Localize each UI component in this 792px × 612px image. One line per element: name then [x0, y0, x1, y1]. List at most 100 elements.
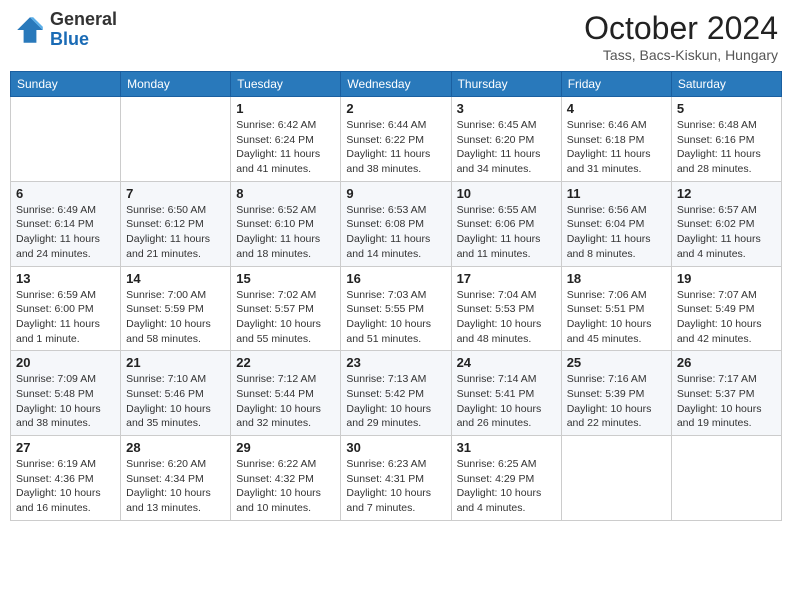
weekday-header-sunday: Sunday [11, 72, 121, 97]
day-detail: Sunrise: 7:03 AM Sunset: 5:55 PM Dayligh… [346, 288, 445, 347]
day-number: 1 [236, 101, 335, 116]
calendar-cell: 27Sunrise: 6:19 AM Sunset: 4:36 PM Dayli… [11, 436, 121, 521]
day-detail: Sunrise: 6:52 AM Sunset: 6:10 PM Dayligh… [236, 203, 335, 262]
day-detail: Sunrise: 6:45 AM Sunset: 6:20 PM Dayligh… [457, 118, 556, 177]
calendar-cell: 24Sunrise: 7:14 AM Sunset: 5:41 PM Dayli… [451, 351, 561, 436]
day-number: 8 [236, 186, 335, 201]
calendar-cell: 6Sunrise: 6:49 AM Sunset: 6:14 PM Daylig… [11, 181, 121, 266]
week-row-4: 20Sunrise: 7:09 AM Sunset: 5:48 PM Dayli… [11, 351, 782, 436]
day-detail: Sunrise: 6:50 AM Sunset: 6:12 PM Dayligh… [126, 203, 225, 262]
day-number: 7 [126, 186, 225, 201]
weekday-header-tuesday: Tuesday [231, 72, 341, 97]
day-detail: Sunrise: 6:25 AM Sunset: 4:29 PM Dayligh… [457, 457, 556, 516]
calendar-cell: 23 Sunrise: 7:13 AM Sunset: 5:42 PM Dayli… [341, 351, 451, 436]
day-number: 15 [236, 271, 335, 286]
day-number: 25 [567, 355, 666, 370]
calendar-cell [121, 97, 231, 182]
calendar-cell: 20Sunrise: 7:09 AM Sunset: 5:48 PM Dayli… [11, 351, 121, 436]
calendar-cell: 11 Sunrise: 6:56 AM Sunset: 6:04 PM Dayli… [561, 181, 671, 266]
day-detail: Sunrise: 6:20 AM Sunset: 4:34 PM Dayligh… [126, 457, 225, 516]
day-detail: Sunrise: 6:23 AM Sunset: 4:31 PM Dayligh… [346, 457, 445, 516]
day-detail: Sunrise: 7:02 AM Sunset: 5:57 PM Dayligh… [236, 288, 335, 347]
week-row-1: 1 Sunrise: 6:42 AM Sunset: 6:24 PM Daylig… [11, 97, 782, 182]
day-number: 27 [16, 440, 115, 455]
week-row-2: 6Sunrise: 6:49 AM Sunset: 6:14 PM Daylig… [11, 181, 782, 266]
calendar-cell: 7 Sunrise: 6:50 AM Sunset: 6:12 PM Daylig… [121, 181, 231, 266]
calendar-cell: 30 Sunrise: 6:23 AM Sunset: 4:31 PM Dayli… [341, 436, 451, 521]
day-number: 19 [677, 271, 776, 286]
calendar-cell: 17Sunrise: 7:04 AM Sunset: 5:53 PM Dayli… [451, 266, 561, 351]
calendar-cell [671, 436, 781, 521]
day-number: 11 [567, 186, 666, 201]
day-number: 16 [346, 271, 445, 286]
weekday-header-monday: Monday [121, 72, 231, 97]
day-detail: Sunrise: 7:00 AM Sunset: 5:59 PM Dayligh… [126, 288, 225, 347]
calendar-cell [561, 436, 671, 521]
day-detail: Sunrise: 6:22 AM Sunset: 4:32 PM Dayligh… [236, 457, 335, 516]
day-number: 13 [16, 271, 115, 286]
day-number: 12 [677, 186, 776, 201]
calendar-cell: 19 Sunrise: 7:07 AM Sunset: 5:49 PM Dayli… [671, 266, 781, 351]
day-detail: Sunrise: 6:42 AM Sunset: 6:24 PM Dayligh… [236, 118, 335, 177]
day-detail: Sunrise: 7:17 AM Sunset: 5:37 PM Dayligh… [677, 372, 776, 431]
calendar-cell: 14 Sunrise: 7:00 AM Sunset: 5:59 PM Dayli… [121, 266, 231, 351]
day-detail: Sunrise: 7:04 AM Sunset: 5:53 PM Dayligh… [457, 288, 556, 347]
calendar-cell: 1 Sunrise: 6:42 AM Sunset: 6:24 PM Daylig… [231, 97, 341, 182]
calendar-cell: 15 Sunrise: 7:02 AM Sunset: 5:57 PM Dayli… [231, 266, 341, 351]
day-detail: Sunrise: 7:10 AM Sunset: 5:46 PM Dayligh… [126, 372, 225, 431]
day-detail: Sunrise: 7:07 AM Sunset: 5:49 PM Dayligh… [677, 288, 776, 347]
calendar-cell [11, 97, 121, 182]
calendar-cell: 4 Sunrise: 6:46 AM Sunset: 6:18 PM Daylig… [561, 97, 671, 182]
day-detail: Sunrise: 7:13 AM Sunset: 5:42 PM Dayligh… [346, 372, 445, 431]
day-number: 18 [567, 271, 666, 286]
day-detail: Sunrise: 6:55 AM Sunset: 6:06 PM Dayligh… [457, 203, 556, 262]
weekday-header-friday: Friday [561, 72, 671, 97]
logo-text: General Blue [50, 10, 117, 50]
day-number: 6 [16, 186, 115, 201]
month-title: October 2024 [584, 10, 778, 47]
calendar-cell: 9Sunrise: 6:53 AM Sunset: 6:08 PM Daylig… [341, 181, 451, 266]
day-detail: Sunrise: 6:44 AM Sunset: 6:22 PM Dayligh… [346, 118, 445, 177]
day-number: 3 [457, 101, 556, 116]
calendar-cell: 21 Sunrise: 7:10 AM Sunset: 5:46 PM Dayli… [121, 351, 231, 436]
calendar-cell: 26Sunrise: 7:17 AM Sunset: 5:37 PM Dayli… [671, 351, 781, 436]
weekday-header-saturday: Saturday [671, 72, 781, 97]
calendar-cell: 22 Sunrise: 7:12 AM Sunset: 5:44 PM Dayli… [231, 351, 341, 436]
calendar-cell: 12Sunrise: 6:57 AM Sunset: 6:02 PM Dayli… [671, 181, 781, 266]
calendar-cell: 25Sunrise: 7:16 AM Sunset: 5:39 PM Dayli… [561, 351, 671, 436]
title-block: October 2024 Tass, Bacs-Kiskun, Hungary [584, 10, 778, 63]
calendar-cell: 2 Sunrise: 6:44 AM Sunset: 6:22 PM Daylig… [341, 97, 451, 182]
week-row-3: 13 Sunrise: 6:59 AM Sunset: 6:00 PM Dayli… [11, 266, 782, 351]
calendar-cell: 10Sunrise: 6:55 AM Sunset: 6:06 PM Dayli… [451, 181, 561, 266]
day-number: 23 [346, 355, 445, 370]
day-number: 4 [567, 101, 666, 116]
day-detail: Sunrise: 7:12 AM Sunset: 5:44 PM Dayligh… [236, 372, 335, 431]
calendar-cell: 28Sunrise: 6:20 AM Sunset: 4:34 PM Dayli… [121, 436, 231, 521]
day-number: 21 [126, 355, 225, 370]
location-title: Tass, Bacs-Kiskun, Hungary [584, 47, 778, 63]
day-number: 2 [346, 101, 445, 116]
day-detail: Sunrise: 7:06 AM Sunset: 5:51 PM Dayligh… [567, 288, 666, 347]
day-number: 5 [677, 101, 776, 116]
day-number: 31 [457, 440, 556, 455]
weekday-header-wednesday: Wednesday [341, 72, 451, 97]
logo-icon [14, 14, 46, 46]
day-number: 22 [236, 355, 335, 370]
calendar-cell: 3 Sunrise: 6:45 AM Sunset: 6:20 PM Daylig… [451, 97, 561, 182]
week-row-5: 27Sunrise: 6:19 AM Sunset: 4:36 PM Dayli… [11, 436, 782, 521]
day-detail: Sunrise: 7:09 AM Sunset: 5:48 PM Dayligh… [16, 372, 115, 431]
day-number: 9 [346, 186, 445, 201]
day-detail: Sunrise: 7:14 AM Sunset: 5:41 PM Dayligh… [457, 372, 556, 431]
calendar-cell: 18 Sunrise: 7:06 AM Sunset: 5:51 PM Dayli… [561, 266, 671, 351]
page-header: General Blue October 2024 Tass, Bacs-Kis… [10, 10, 782, 63]
weekday-header-row: SundayMondayTuesdayWednesdayThursdayFrid… [11, 72, 782, 97]
day-number: 30 [346, 440, 445, 455]
day-detail: Sunrise: 6:56 AM Sunset: 6:04 PM Dayligh… [567, 203, 666, 262]
day-number: 14 [126, 271, 225, 286]
day-detail: Sunrise: 6:59 AM Sunset: 6:00 PM Dayligh… [16, 288, 115, 347]
day-detail: Sunrise: 6:48 AM Sunset: 6:16 PM Dayligh… [677, 118, 776, 177]
logo: General Blue [14, 10, 117, 50]
day-detail: Sunrise: 6:46 AM Sunset: 6:18 PM Dayligh… [567, 118, 666, 177]
calendar-cell: 8 Sunrise: 6:52 AM Sunset: 6:10 PM Daylig… [231, 181, 341, 266]
day-number: 29 [236, 440, 335, 455]
